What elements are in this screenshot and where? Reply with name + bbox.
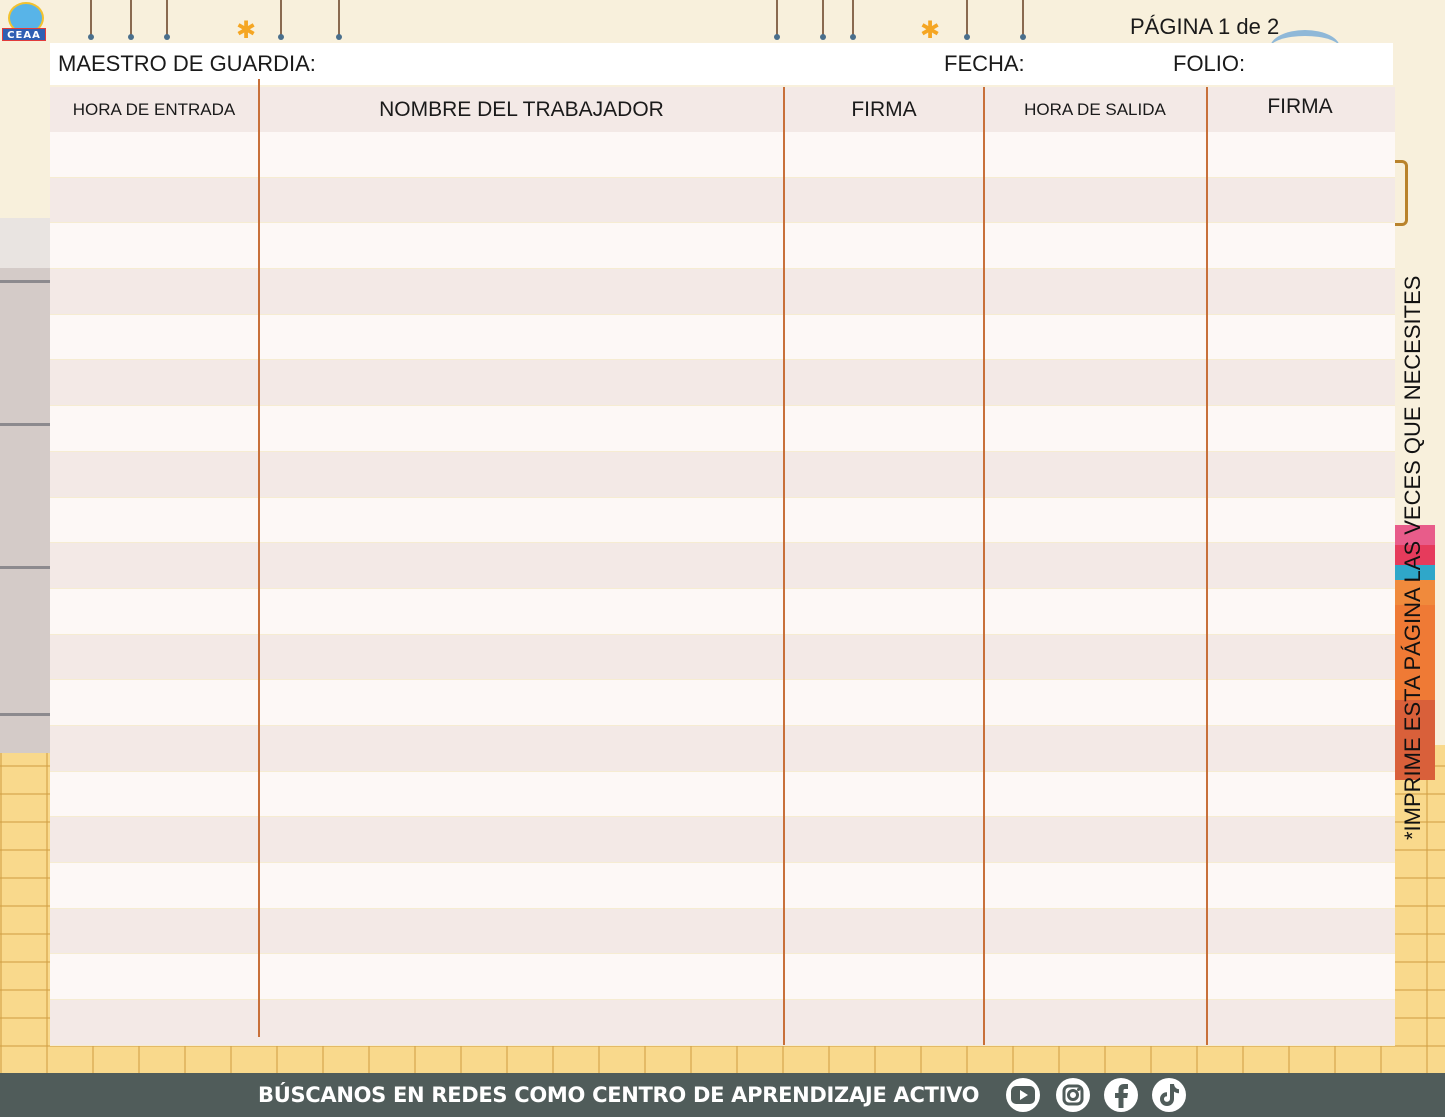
column-header-signature-out: FIRMA — [1267, 95, 1333, 118]
table-row — [50, 908, 1395, 955]
column-divider — [258, 79, 260, 1037]
facebook-icon[interactable] — [1104, 1078, 1138, 1112]
table-row — [50, 177, 1395, 224]
background-frame — [1395, 160, 1408, 226]
table-row — [50, 954, 1395, 1001]
table-row — [50, 269, 1395, 315]
table-row — [50, 680, 1395, 726]
background-shelf — [0, 218, 50, 753]
teacher-on-duty-label: MAESTRO DE GUARDIA: — [58, 51, 316, 76]
column-header-entry-time: HORA DE ENTRADA — [72, 99, 236, 119]
table-row — [50, 543, 1395, 589]
table-row — [50, 451, 1395, 498]
table-row — [50, 863, 1395, 909]
hanging-decoration — [336, 0, 342, 40]
attendance-table: HORA DE ENTRADA NOMBRE DEL TRABAJADOR FI… — [50, 79, 1395, 1046]
folio-label: FOLIO: — [1173, 51, 1246, 76]
table-row — [50, 497, 1395, 544]
footer-bar: BÚSCANOS EN REDES COMO CENTRO DE APRENDI… — [0, 1073, 1445, 1117]
tiktok-icon[interactable] — [1152, 1078, 1186, 1112]
table-row — [50, 817, 1395, 863]
youtube-icon[interactable] — [1006, 1078, 1040, 1112]
hanging-decoration — [964, 0, 970, 40]
column-divider — [783, 87, 785, 1045]
column-divider — [983, 87, 985, 1045]
ceaa-logo: CEAA — [2, 2, 46, 42]
form-header: MAESTRO DE GUARDIA: FECHA: FOLIO: — [50, 43, 1393, 85]
hanging-decoration — [278, 0, 284, 40]
star-icon: ✱ — [236, 16, 257, 44]
hanging-decoration — [1020, 0, 1026, 40]
table-header: HORA DE ENTRADA NOMBRE DEL TRABAJADOR FI… — [50, 87, 1395, 132]
table-row — [50, 132, 1395, 178]
table-row — [50, 360, 1395, 407]
table-row — [50, 223, 1395, 270]
column-header-worker-name: NOMBRE DEL TRABAJADOR — [379, 97, 664, 121]
hanging-decoration — [820, 0, 826, 40]
footer-text: BÚSCANOS EN REDES COMO CENTRO DE APRENDI… — [258, 1083, 980, 1107]
table-row — [50, 406, 1395, 452]
table-row — [50, 1000, 1395, 1046]
date-label: FECHA: — [944, 51, 1025, 76]
logo-text: CEAA — [2, 28, 46, 41]
table-row — [50, 771, 1395, 818]
hanging-decoration — [88, 0, 94, 40]
column-header-signature-in: FIRMA — [851, 97, 917, 121]
page-number-label: PÁGINA 1 de 2 — [1130, 14, 1280, 39]
table-row — [50, 634, 1395, 681]
hanging-decoration — [164, 0, 170, 40]
table-row — [50, 588, 1395, 635]
column-header-exit-time: HORA DE SALIDA — [1024, 99, 1166, 119]
table-body — [50, 132, 1395, 1046]
hanging-decoration — [774, 0, 780, 40]
table-row — [50, 314, 1395, 361]
hanging-decoration — [850, 0, 856, 40]
star-icon: ✱ — [920, 16, 941, 44]
print-note: *IMPRIME ESTA PÁGINA LAS VECES QUE NECES… — [1400, 275, 1425, 840]
table-row — [50, 725, 1395, 772]
column-divider — [1206, 87, 1208, 1045]
instagram-icon[interactable] — [1056, 1078, 1090, 1112]
hanging-decoration — [128, 0, 134, 40]
